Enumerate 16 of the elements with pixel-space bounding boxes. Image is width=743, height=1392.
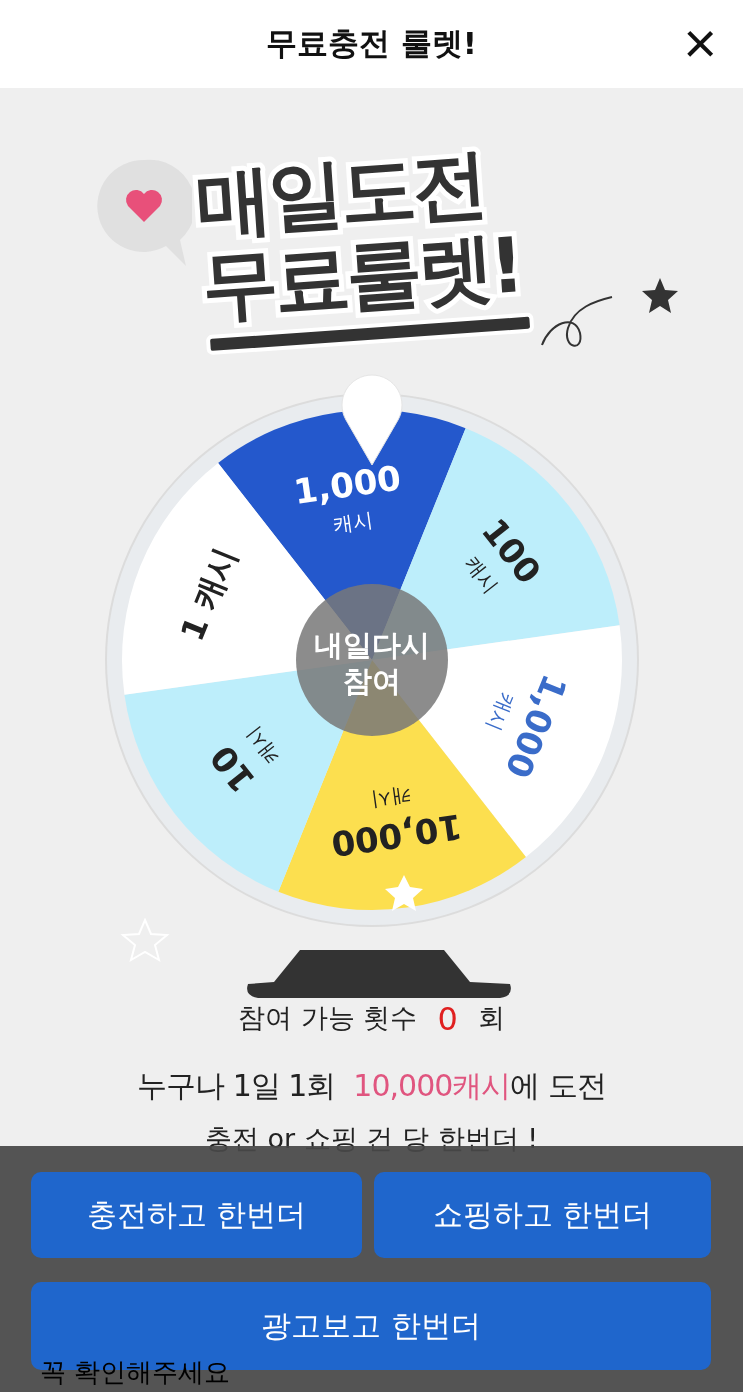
prize-unit: 캐시 xyxy=(369,783,413,813)
star-icon xyxy=(385,875,423,911)
page-title: 무료충전 룰렛! xyxy=(266,24,477,63)
hub-label: 내일다시 xyxy=(314,628,430,662)
attempts-count: 0 xyxy=(437,1000,458,1038)
hub-label: 참여 xyxy=(343,664,401,698)
close-button[interactable]: × xyxy=(679,14,721,72)
attempts-unit: 회 xyxy=(477,1001,505,1035)
star-icon xyxy=(640,276,680,316)
attempts-label: 참여 가능 횟수 xyxy=(238,1001,418,1035)
action-button[interactable]: 충전하고 한번더 xyxy=(31,1172,362,1258)
prize-amount: 1 캐시 xyxy=(172,541,245,647)
note-text: 충전 or 쇼핑 건 당 한번더 ! xyxy=(204,1122,539,1156)
action-button[interactable]: 쇼핑하고 한번더 xyxy=(374,1172,711,1258)
promo-text: 누구나 1일 1회 10,000캐시에 도전 xyxy=(136,1067,607,1105)
speech-bubble-icon xyxy=(96,158,192,268)
